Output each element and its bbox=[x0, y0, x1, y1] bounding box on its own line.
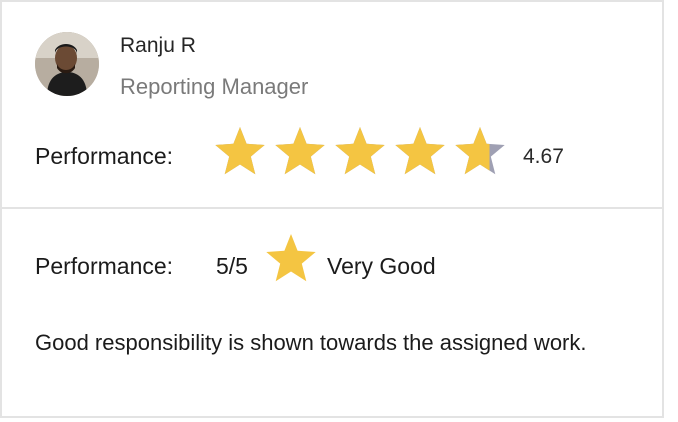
star-filled-shape bbox=[335, 127, 385, 175]
rating-value: 4.67 bbox=[523, 145, 564, 168]
reviewer-name: Ranju R bbox=[120, 34, 196, 57]
review-score: 5/5 bbox=[216, 253, 248, 279]
star-filled-shape bbox=[275, 127, 325, 175]
reviewer-avatar bbox=[35, 32, 99, 96]
star-rating bbox=[215, 127, 505, 175]
star-icon bbox=[275, 127, 325, 175]
star-icon bbox=[395, 127, 445, 175]
performance-label: Performance: bbox=[35, 143, 174, 169]
avatar-image bbox=[35, 32, 99, 96]
star-icon bbox=[335, 127, 385, 175]
star-icon bbox=[215, 127, 265, 175]
star-filled-shape bbox=[395, 127, 445, 175]
review-performance-label: Performance: bbox=[35, 253, 174, 279]
star-icon bbox=[266, 234, 316, 282]
star-filled-shape bbox=[215, 127, 265, 175]
reviewer-role: Reporting Manager bbox=[120, 74, 309, 99]
star-icon bbox=[455, 127, 505, 175]
review-comment: Good responsibility is shown towards the… bbox=[35, 330, 587, 355]
star-icon-shape bbox=[266, 234, 316, 282]
review-verdict: Very Good bbox=[327, 253, 436, 279]
section-divider bbox=[2, 207, 662, 209]
review-card: Ranju R Reporting Manager Performance: 4… bbox=[0, 0, 664, 418]
